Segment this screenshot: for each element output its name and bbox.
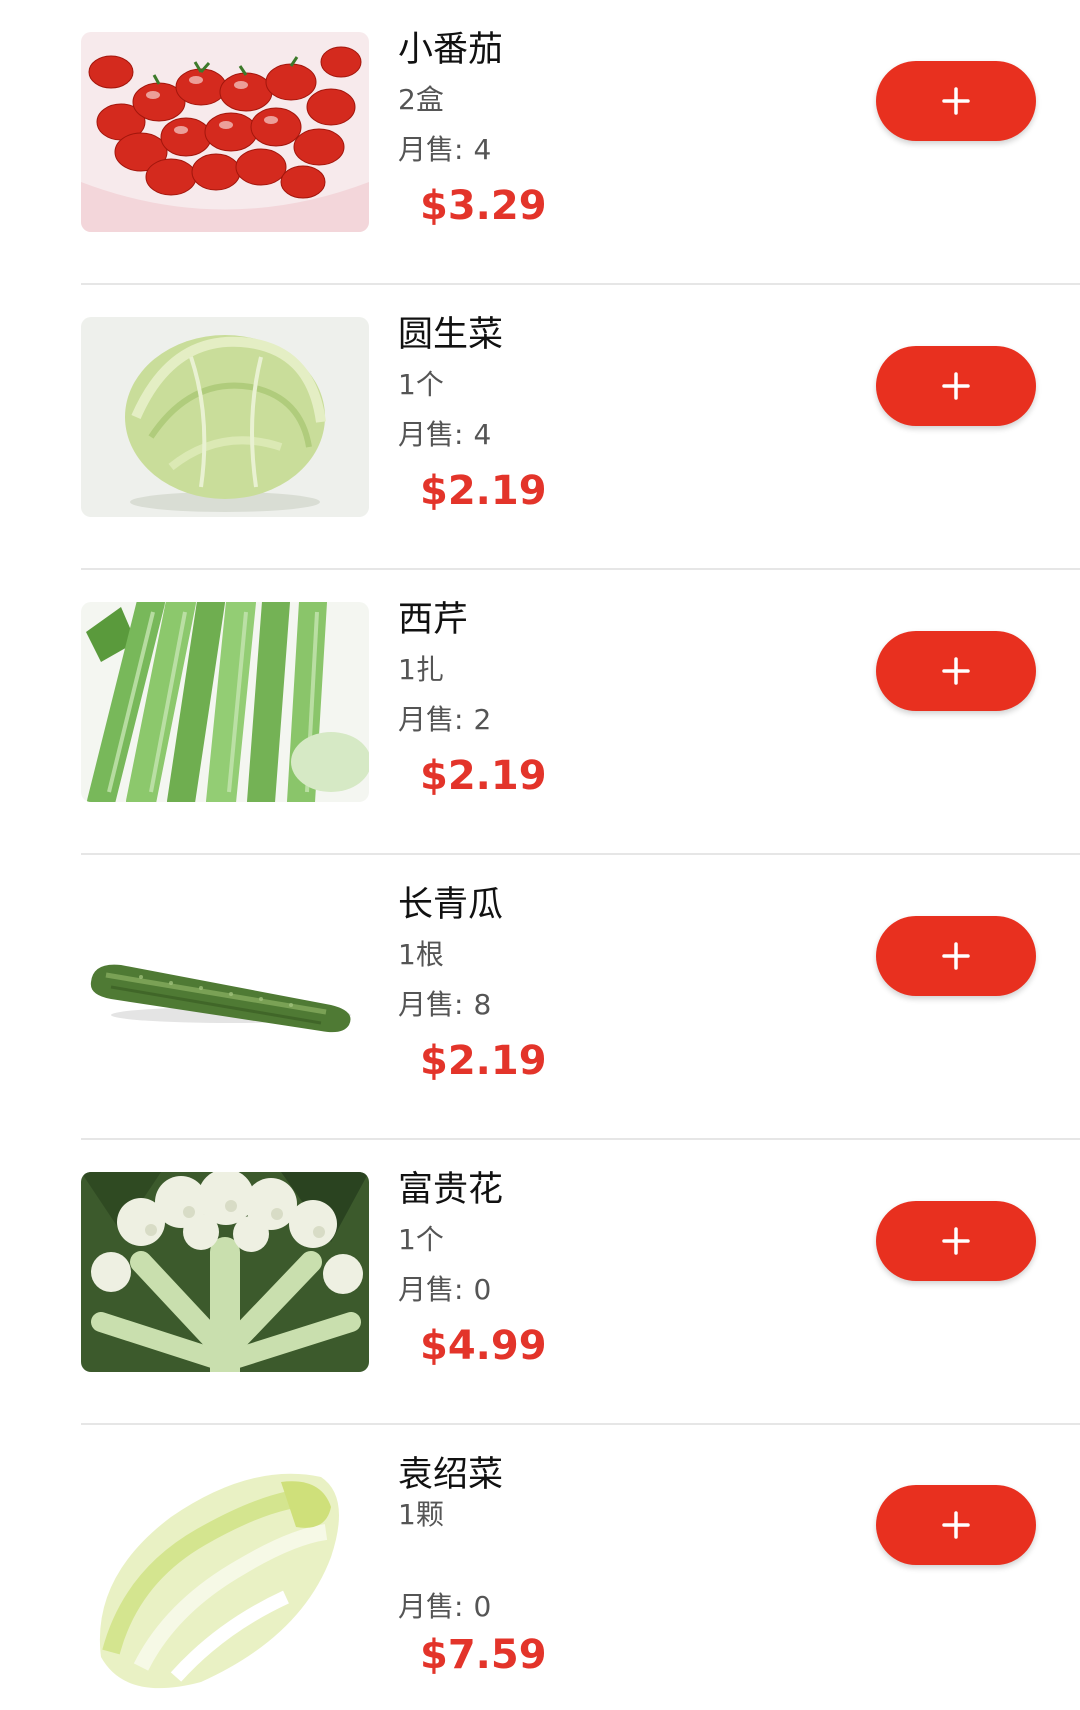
napa-cabbage-image: [81, 1457, 369, 1697]
product-image[interactable]: [81, 887, 369, 1087]
cauliflower-image: [81, 1172, 369, 1372]
celery-image: [81, 602, 369, 802]
monthly-sales-label: 月售:: [398, 133, 464, 166]
monthly-sales-label: 月售:: [398, 1273, 464, 1306]
product-item[interactable]: 小番茄 2盒 月售: 4 $3.29: [0, 0, 1080, 285]
product-item[interactable]: 西芹 1扎 月售: 2 $2.19: [0, 570, 1080, 855]
monthly-sales-count: 4: [473, 133, 492, 166]
iceberg-lettuce-image: [81, 317, 369, 517]
product-image[interactable]: [81, 602, 369, 802]
add-to-cart-button[interactable]: [876, 346, 1036, 426]
product-name: 小番茄: [398, 30, 504, 70]
monthly-sales: 月售: 0: [398, 1268, 491, 1312]
add-to-cart-button[interactable]: [876, 1485, 1036, 1565]
monthly-sales-label: 月售:: [398, 703, 464, 736]
product-price: $2.19: [420, 1038, 547, 1084]
monthly-sales-label: 月售:: [398, 418, 464, 451]
monthly-sales: 月售: 4: [398, 413, 491, 457]
add-to-cart-button[interactable]: [876, 1201, 1036, 1281]
product-price: $3.29: [420, 183, 547, 229]
cherry-tomatoes-image: [81, 32, 369, 232]
product-image[interactable]: [81, 1457, 369, 1697]
plus-icon: [942, 372, 970, 400]
product-unit: 1颗: [398, 1498, 444, 1531]
product-unit: 1扎: [398, 653, 444, 686]
monthly-sales-count: 2: [473, 703, 492, 736]
monthly-sales-count: 0: [473, 1273, 492, 1306]
product-image[interactable]: [81, 317, 369, 517]
product-price: $2.19: [420, 468, 547, 514]
product-item[interactable]: 袁绍菜 1颗 月售: 0 $7.59: [0, 1425, 1080, 1710]
monthly-sales-count: 0: [473, 1590, 492, 1623]
product-item[interactable]: 富贵花 1个 月售: 0 $4.99: [0, 1140, 1080, 1425]
product-name: 长青瓜: [398, 885, 504, 925]
add-to-cart-button[interactable]: [876, 61, 1036, 141]
plus-icon: [942, 1511, 970, 1539]
monthly-sales: 月售: 0: [398, 1585, 491, 1629]
product-price: $4.99: [420, 1323, 547, 1369]
cucumber-image: [81, 887, 369, 1087]
monthly-sales: 月售: 4: [398, 128, 491, 172]
product-unit: 1根: [398, 938, 444, 971]
add-to-cart-button[interactable]: [876, 631, 1036, 711]
product-price: $7.59: [420, 1632, 547, 1678]
product-price: $2.19: [420, 753, 547, 799]
monthly-sales-count: 4: [473, 418, 492, 451]
monthly-sales: 月售: 8: [398, 983, 491, 1027]
monthly-sales-count: 8: [473, 988, 492, 1021]
monthly-sales-label: 月售:: [398, 988, 464, 1021]
product-item[interactable]: 长青瓜 1根 月售: 8 $2.19: [0, 855, 1080, 1140]
product-name: 西芹: [398, 600, 469, 640]
product-unit: 1个: [398, 368, 444, 401]
product-unit: 2盒: [398, 83, 444, 116]
plus-icon: [942, 1227, 970, 1255]
product-name: 圆生菜: [398, 315, 504, 355]
plus-icon: [942, 942, 970, 970]
plus-icon: [942, 657, 970, 685]
product-image[interactable]: [81, 32, 369, 232]
product-image[interactable]: [81, 1172, 369, 1372]
product-item[interactable]: 圆生菜 1个 月售: 4 $2.19: [0, 285, 1080, 570]
product-unit: 1个: [398, 1223, 444, 1256]
monthly-sales: 月售: 2: [398, 698, 491, 742]
add-to-cart-button[interactable]: [876, 916, 1036, 996]
product-name: 富贵花: [398, 1170, 504, 1210]
monthly-sales-label: 月售:: [398, 1590, 464, 1623]
plus-icon: [942, 87, 970, 115]
